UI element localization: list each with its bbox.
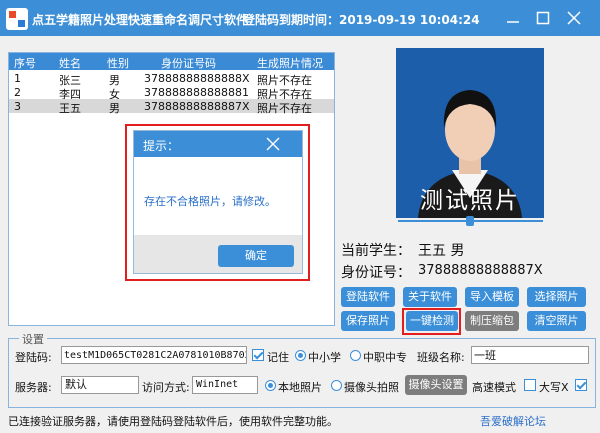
- minimize-icon[interactable]: [505, 10, 521, 26]
- login-software-button[interactable]: 登陆软件: [341, 287, 395, 307]
- local-photo-radio[interactable]: [265, 380, 276, 391]
- vocational-school-radio[interactable]: [350, 350, 361, 361]
- camera-settings-button[interactable]: 摄像头设置: [405, 375, 467, 395]
- high-speed-label: 高速模式: [472, 381, 516, 394]
- window-title: 点五学籍照片处理快速重命名调尺寸软件: [32, 13, 249, 27]
- forum-link[interactable]: 吾爱破解论坛: [480, 413, 546, 429]
- close-icon[interactable]: [566, 10, 582, 26]
- highlight-box-dialog: [125, 124, 310, 281]
- cell-id: 37888888888888X: [144, 72, 250, 85]
- column-header-index: 序号: [14, 57, 36, 70]
- class-name-input[interactable]: 一班: [471, 346, 589, 364]
- remember-label: 记住: [267, 351, 289, 364]
- remember-checkbox[interactable]: [252, 349, 264, 361]
- cell-index: 1: [14, 72, 21, 85]
- class-name-label: 班级名称:: [417, 351, 465, 364]
- current-student-label: 当前学生：: [341, 243, 411, 259]
- table-row[interactable]: 2 李四 女 378888888888881 照片不存在: [9, 85, 334, 101]
- access-method-label: 访问方式:: [142, 381, 190, 394]
- server-label: 服务器:: [15, 381, 52, 394]
- local-photo-label: 本地照片: [278, 381, 322, 394]
- vocational-school-label: 中职中专: [363, 351, 407, 364]
- slider-handle[interactable]: [466, 216, 474, 226]
- camera-photo-radio[interactable]: [331, 380, 342, 391]
- server-select[interactable]: 默认: [61, 376, 139, 394]
- photo-caption: 测试照片: [420, 188, 520, 214]
- maximize-icon[interactable]: [535, 10, 551, 26]
- column-header-gender: 性别: [107, 57, 129, 70]
- cell-status: 照片不存在: [257, 102, 312, 115]
- cell-id: 378888888888881: [144, 86, 249, 99]
- settings-legend: 设置: [19, 331, 47, 347]
- status-bar: 已连接验证服务器，请使用登陆码登陆软件后，使用软件完整功能。 吾爱破解论坛: [0, 407, 600, 433]
- login-expiry-time: 登陆码到期时间：2019-09-19 10:04:24: [243, 13, 480, 27]
- import-template-button[interactable]: 导入模板: [465, 287, 519, 307]
- cell-index: 2: [14, 86, 21, 99]
- id-number-label: 身份证号：: [341, 265, 411, 281]
- highlight-box-check-button: [402, 308, 461, 335]
- clear-photo-button[interactable]: 清空照片: [527, 311, 586, 331]
- cell-name: 王五: [59, 102, 81, 115]
- primary-school-label: 中小学: [308, 351, 341, 364]
- camera-photo-label: 摄像头拍照: [344, 381, 399, 394]
- cell-id: 37888888888887X: [144, 100, 250, 113]
- app-logo-icon: [6, 8, 28, 30]
- select-photo-button[interactable]: 选择照片: [527, 287, 586, 307]
- current-student-value: 王五 男: [418, 243, 465, 259]
- access-method-select[interactable]: WinInet: [192, 376, 258, 394]
- status-message: 已连接验证服务器，请使用登陆码登陆软件后，使用软件完整功能。: [8, 415, 338, 428]
- save-photo-button[interactable]: 保存照片: [341, 311, 395, 331]
- make-archive-button[interactable]: 制压缩包: [465, 311, 519, 331]
- id-number-value: 37888888888887X: [418, 263, 543, 278]
- table-row-selected[interactable]: 3 王五 男 37888888888887X 照片不存在: [9, 99, 334, 115]
- cell-index: 3: [14, 100, 21, 113]
- login-code-input[interactable]: testM1D065CT0281C2A0781010B87024: [61, 346, 247, 364]
- settings-group: 设置 登陆码: testM1D065CT0281C2A0781010B87024…: [8, 331, 596, 408]
- uppercase-x-label: 大写X: [539, 381, 569, 394]
- photo-preview: 测试照片: [396, 48, 544, 218]
- about-software-button[interactable]: 关于软件: [403, 287, 457, 307]
- title-bar: 点五学籍照片处理快速重命名调尺寸软件 登陆码到期时间：2019-09-19 10…: [0, 0, 600, 36]
- column-header-status: 生成照片情况: [257, 57, 323, 70]
- column-header-name: 姓名: [59, 57, 81, 70]
- table-header: 序号 姓名 性别 身份证号码 生成照片情况: [9, 53, 334, 70]
- login-code-label: 登陆码:: [15, 351, 52, 364]
- high-speed-checkbox[interactable]: [524, 379, 536, 391]
- primary-school-radio[interactable]: [295, 350, 306, 361]
- table-row[interactable]: 1 张三 男 37888888888888X 照片不存在: [9, 71, 334, 87]
- column-header-id: 身份证号码: [161, 57, 216, 70]
- cell-gender: 男: [109, 102, 120, 115]
- uppercase-x-checkbox[interactable]: [575, 379, 587, 391]
